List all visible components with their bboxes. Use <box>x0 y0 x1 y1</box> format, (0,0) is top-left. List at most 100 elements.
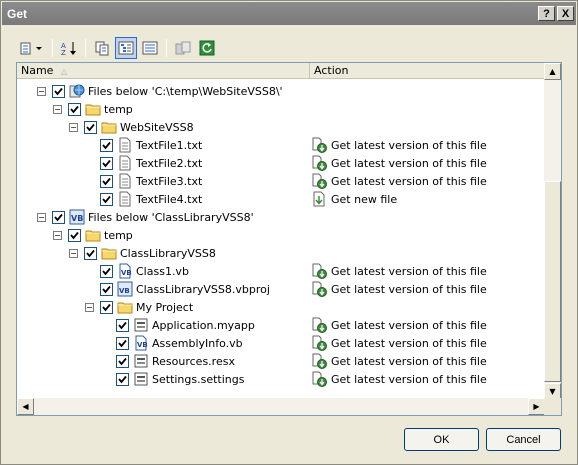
text-file-icon <box>117 191 133 207</box>
toolbar: A Z <box>17 35 223 61</box>
vbproj-file-icon: VB <box>117 281 133 297</box>
checkmark-icon <box>102 303 111 311</box>
tree-row[interactable]: TextFile4.txt Get new file <box>17 190 545 208</box>
collapse-toggle-icon[interactable]: − <box>53 104 62 114</box>
tree-row[interactable]: TextFile2.txt Get latest version of this … <box>17 154 545 172</box>
checkmark-icon <box>102 177 111 185</box>
tree-row[interactable]: Resources.resx Get latest version of this… <box>17 352 545 370</box>
action-label: Get latest version of this file <box>331 318 487 332</box>
tree-row[interactable]: − temp <box>17 100 545 118</box>
svg-text:VB: VB <box>71 214 83 223</box>
resource-file-icon <box>133 371 149 387</box>
scroll-right-icon: ▶ <box>533 402 540 411</box>
compare-button[interactable] <box>172 37 194 59</box>
action-cell: Get latest version of this file <box>311 370 487 388</box>
svg-text:VB: VB <box>137 341 148 349</box>
tree-row[interactable]: − temp <box>17 226 545 244</box>
action-label: Get latest version of this file <box>331 354 487 368</box>
include-checkbox[interactable] <box>52 84 65 98</box>
item-name: TextFile1.txt <box>136 138 203 152</box>
item-name: Class1.vb <box>136 264 189 278</box>
collapse-toggle-icon[interactable]: − <box>69 122 78 132</box>
include-checkbox[interactable] <box>68 228 81 242</box>
horizontal-scrollbar[interactable]: ◀ ▶ <box>17 398 545 415</box>
refresh-button[interactable] <box>196 37 218 59</box>
include-checkbox[interactable] <box>100 174 113 188</box>
collapse-toggle-icon[interactable]: − <box>37 212 46 222</box>
scroll-up-button[interactable]: ▲ <box>544 63 561 80</box>
scroll-corner <box>544 398 561 415</box>
action-label: Get latest version of this file <box>331 282 487 296</box>
collapse-toggle-icon[interactable]: − <box>53 230 62 240</box>
include-checkbox[interactable] <box>100 264 113 278</box>
tree-row[interactable]: − ClassLibraryVSS8 <box>17 244 545 262</box>
list-view-button[interactable] <box>139 37 161 59</box>
scroll-thumb[interactable] <box>544 181 561 382</box>
tree-rows: − Files below 'C:\temp\WebSiteVSS8\' − temp… <box>17 80 545 400</box>
vertical-scrollbar[interactable]: ▲ ▼ <box>544 63 561 400</box>
item-name: Application.myapp <box>152 318 255 332</box>
view-options-dropdown[interactable] <box>17 37 47 59</box>
include-checkbox[interactable] <box>116 318 129 332</box>
close-button[interactable]: X <box>557 6 574 21</box>
tree-row[interactable]: VB ClassLibraryVSS8.vbproj Get latest vers… <box>17 280 545 298</box>
collapse-toggle-icon[interactable]: − <box>69 248 78 258</box>
include-checkbox[interactable] <box>84 246 97 260</box>
help-button[interactable]: ? <box>538 6 555 21</box>
checkmark-icon <box>118 339 127 347</box>
item-name: ClassLibraryVSS8.vbproj <box>136 282 270 296</box>
action-cell: Get latest version of this file <box>311 334 487 352</box>
tree-row[interactable]: VB AssemblyInfo.vb Get latest version of t… <box>17 334 545 352</box>
close-button-label: X <box>561 7 570 20</box>
ok-button-label: OK <box>433 433 450 446</box>
tree-row[interactable]: Application.myapp Get latest version of t… <box>17 316 545 334</box>
include-checkbox[interactable] <box>100 300 113 314</box>
copy-button[interactable] <box>91 37 113 59</box>
column-name-label: Name <box>21 64 54 77</box>
scroll-left-button[interactable]: ◀ <box>17 398 34 415</box>
collapse-toggle-icon[interactable]: − <box>37 86 46 96</box>
refresh-icon <box>199 40 215 56</box>
vb-file-icon: VB <box>133 335 149 351</box>
tree-row[interactable]: − WebSiteVSS8 <box>17 118 545 136</box>
tree-view-icon <box>118 41 134 55</box>
tree-row[interactable]: − VB Files below 'ClassLibraryVSS8' <box>17 208 545 226</box>
include-checkbox[interactable] <box>100 138 113 152</box>
include-checkbox[interactable] <box>68 102 81 116</box>
tree-view-button[interactable] <box>115 37 137 59</box>
include-checkbox[interactable] <box>116 336 129 350</box>
resource-file-icon <box>133 353 149 369</box>
include-checkbox[interactable] <box>100 156 113 170</box>
include-checkbox[interactable] <box>116 354 129 368</box>
folder-icon <box>101 245 117 261</box>
text-file-icon <box>117 155 133 171</box>
folder-icon <box>117 299 133 315</box>
include-checkbox[interactable] <box>100 192 113 206</box>
get-latest-icon <box>311 335 327 351</box>
cancel-button[interactable]: Cancel <box>486 428 561 451</box>
column-action[interactable]: Action <box>310 63 545 78</box>
include-checkbox[interactable] <box>84 120 97 134</box>
tree-row[interactable]: VB Class1.vb Get latest version of this fi… <box>17 262 545 280</box>
action-cell: Get latest version of this file <box>311 262 487 280</box>
checkmark-icon <box>102 159 111 167</box>
file-list[interactable]: Name △ Action − Files below 'C:\temp\WebS… <box>16 62 562 416</box>
include-checkbox[interactable] <box>52 210 65 224</box>
tree-row[interactable]: TextFile1.txt Get latest version of this … <box>17 136 545 154</box>
help-button-label: ? <box>543 7 550 20</box>
include-checkbox[interactable] <box>100 282 113 296</box>
tree-row[interactable]: − Files below 'C:\temp\WebSiteVSS8\' <box>17 82 545 100</box>
folder-icon <box>101 119 117 135</box>
collapse-toggle-icon[interactable]: − <box>85 302 94 312</box>
tree-row[interactable]: TextFile3.txt Get latest version of this … <box>17 172 545 190</box>
action-label: Get new file <box>331 192 398 206</box>
scroll-right-button[interactable]: ▶ <box>528 398 545 415</box>
tree-row[interactable]: − My Project <box>17 298 545 316</box>
ok-button[interactable]: OK <box>404 428 479 451</box>
column-name[interactable]: Name △ <box>17 63 310 78</box>
tree-row[interactable]: Settings.settings Get latest version of t… <box>17 370 545 388</box>
item-name: TextFile3.txt <box>136 174 203 188</box>
item-name: My Project <box>136 300 194 314</box>
include-checkbox[interactable] <box>116 372 129 386</box>
sort-button[interactable]: A Z <box>58 37 80 59</box>
